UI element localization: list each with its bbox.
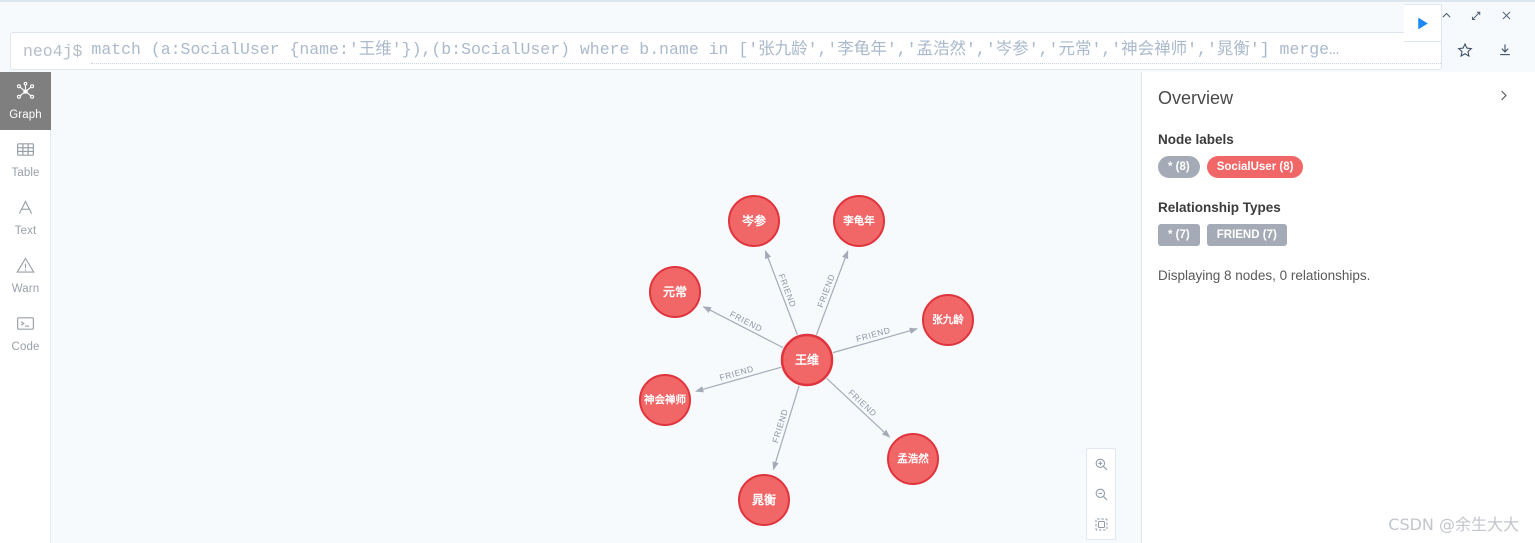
neo4j-browser-frame: neo4j$ match (a:SocialUser {name:'王维'}),… <box>0 0 1535 543</box>
graph-node[interactable]: 晁衡 <box>738 474 790 526</box>
star-icon <box>1457 42 1473 58</box>
graph-edge[interactable] <box>702 306 784 349</box>
zoom-in-icon[interactable] <box>1087 449 1115 479</box>
play-icon <box>1418 17 1428 29</box>
close-icon[interactable] <box>1491 4 1521 26</box>
overview-chip[interactable]: * (7) <box>1158 224 1200 246</box>
graph-node[interactable]: 王维 <box>780 333 834 387</box>
graph-node-circle[interactable] <box>649 266 701 318</box>
graph-canvas[interactable]: FRIEND FRIEND FRIEND FRIEND FRIEND FRIEND FRIE… <box>51 72 1140 543</box>
run-query-button[interactable] <box>1404 4 1442 42</box>
graph-zoom-controls <box>1086 448 1116 540</box>
graph-edge-label: FRIEND <box>846 387 879 418</box>
graph-edge[interactable] <box>826 377 891 438</box>
relationship-types-heading: Relationship Types <box>1158 200 1281 215</box>
code-icon <box>15 313 36 339</box>
graph-node[interactable]: 张九龄 <box>922 294 974 346</box>
sidebar-item-text[interactable]: Text <box>0 188 51 246</box>
sidebar-item-label: Warn <box>11 282 40 295</box>
graph-node-circle[interactable] <box>887 433 939 485</box>
graph-edge-label: FRIEND <box>728 309 764 334</box>
sidebar-item-table[interactable]: Table <box>0 130 51 188</box>
graph-node-circle[interactable] <box>738 474 790 526</box>
graph-node[interactable]: 李龟年 <box>833 195 885 247</box>
graph-edge-label: FRIEND <box>815 272 837 309</box>
sidebar-item-label: Table <box>11 166 40 179</box>
warn-icon <box>15 255 36 281</box>
graph-node[interactable]: 神会禅师 <box>639 374 691 426</box>
result-view-sidebar: Graph Table Text Warn Code <box>0 72 51 543</box>
graph-visualization[interactable]: FRIEND FRIENDFRIENDFRIENDFRIENDFRIENDFRIE… <box>51 72 1140 543</box>
query-editor[interactable]: neo4j$ match (a:SocialUser {name:'王维'}),… <box>10 32 1442 70</box>
download-button[interactable] <box>1490 36 1520 64</box>
zoom-out-icon[interactable] <box>1087 479 1115 509</box>
overview-chip[interactable]: * (8) <box>1158 156 1200 178</box>
window-titlebar <box>0 0 1535 28</box>
favorite-button[interactable] <box>1450 36 1480 64</box>
graph-node-circle[interactable] <box>780 333 834 387</box>
graph-edge[interactable] <box>815 250 849 335</box>
graph-nodes[interactable]: 王维 岑参 李龟年元常张九龄神会禅师孟浩然晁衡 <box>639 195 974 526</box>
query-input[interactable]: match (a:SocialUser {name:'王维'}),(b:Soci… <box>91 39 1441 64</box>
graph-node[interactable]: 孟浩然 <box>887 433 939 485</box>
text-icon <box>15 197 36 223</box>
download-icon <box>1500 44 1510 56</box>
sidebar-item-label: Text <box>14 224 37 237</box>
overview-chip[interactable]: SocialUser (8) <box>1206 156 1304 178</box>
relationship-types-chip-list: * (7) FRIEND (7) <box>1158 224 1517 246</box>
graph-node-circle[interactable] <box>728 195 780 247</box>
sidebar-item-label: Code <box>11 340 40 353</box>
graph-node-circle[interactable] <box>833 195 885 247</box>
node-labels-chip-list: * (8) SocialUser (8) <box>1158 156 1517 178</box>
sidebar-item-graph[interactable]: Graph <box>0 72 51 130</box>
graph-edge-label: FRIEND <box>777 272 799 308</box>
query-editor-bar: neo4j$ match (a:SocialUser {name:'王维'}),… <box>0 28 1535 72</box>
overview-header: Overview <box>1158 86 1517 110</box>
overview-panel: Overview Node labels * (8) SocialUser (8)… <box>1141 72 1535 543</box>
graph-node[interactable]: 岑参 <box>728 195 780 247</box>
graph-icon <box>15 81 36 107</box>
overview-chip[interactable]: FRIEND (7) <box>1206 224 1287 246</box>
graph-edge[interactable] <box>832 327 919 354</box>
sidebar-item-warn[interactable]: Warn <box>0 246 51 304</box>
sidebar-item-label: Graph <box>9 108 42 121</box>
overview-title: Overview <box>1158 87 1234 108</box>
editor-prompt: neo4j$ <box>23 41 83 61</box>
table-icon <box>15 139 36 165</box>
sidebar-item-code[interactable]: Code <box>0 304 51 362</box>
expand-icon[interactable] <box>1461 4 1491 26</box>
graph-edge[interactable] <box>772 385 800 471</box>
chevron-right-icon[interactable] <box>1490 86 1517 110</box>
graph-node[interactable]: 元常 <box>649 266 701 318</box>
zoom-fit-icon[interactable] <box>1087 509 1115 539</box>
graph-node-circle[interactable] <box>639 374 691 426</box>
graph-edge[interactable] <box>694 366 782 393</box>
result-status-text: Displaying 8 nodes, 0 relationships. <box>1158 268 1371 283</box>
node-labels-heading: Node labels <box>1158 132 1234 147</box>
graph-edge[interactable] <box>764 250 798 335</box>
graph-node-circle[interactable] <box>922 294 974 346</box>
